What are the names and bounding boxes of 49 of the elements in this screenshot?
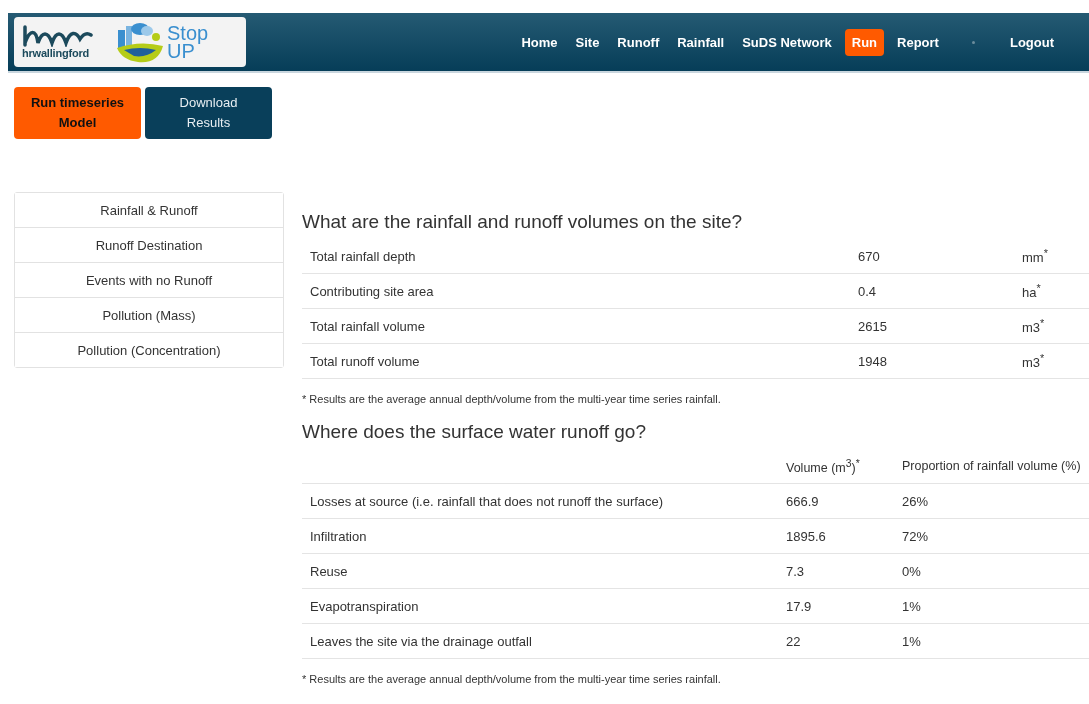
table-cell: Total rainfall depth — [310, 248, 416, 264]
footnote: * Results are the average annual depth/volume from the multi-year time series rainfall. — [302, 393, 722, 405]
table-cell: Contributing site area — [310, 283, 434, 299]
table-cell: 670 — [858, 248, 880, 264]
table-cell: 17.9 — [786, 598, 812, 614]
column-header: Proportion of rainfall volume (%) — [902, 459, 1081, 473]
nav-link[interactable]: Rainfall — [670, 28, 732, 56]
footnote: * Results are the average annual depth/volume from the multi-year time series rainfall. — [302, 673, 722, 685]
column-header: Volume (m$^{3}$)$^{*}$ — [786, 460, 860, 475]
nav-link[interactable]: SuDS Network — [735, 28, 839, 56]
table-cell: Losses at source (i.e. rainfall that does not runoff the surface) — [310, 493, 664, 509]
brand-name: Stop UP — [167, 24, 209, 60]
table-cell: 72% — [902, 528, 929, 544]
section-heading: What are the rainfall and runoff volumes on the site? — [302, 211, 744, 233]
nav-link[interactable]: Site — [568, 28, 607, 56]
table-cell: m3$^{*}$ — [1022, 355, 1045, 371]
table-cell: 1% — [902, 633, 921, 649]
section-heading: Where does the surface water runoff go? — [302, 421, 647, 443]
table-cell: mm$^{*}$ — [1022, 250, 1048, 266]
nav-separator — [971, 40, 975, 44]
table-cell: m3$^{*}$ — [1022, 320, 1045, 336]
table-cell: 0% — [902, 563, 921, 579]
table-cell: 1948 — [858, 353, 887, 369]
city-rain-logo-icon — [116, 20, 164, 64]
wave-logo-icon — [22, 25, 94, 47]
table-cell: Reuse — [310, 563, 348, 579]
table-cell: Infiltration — [310, 528, 367, 544]
logo-text: hrwallingford — [22, 47, 90, 59]
table-cell: 2615 — [858, 318, 887, 334]
table-cell: Total rainfall volume — [310, 318, 425, 334]
table-cell: Evapotranspiration — [310, 598, 419, 614]
table-cell: ha$^{*}$ — [1022, 285, 1041, 301]
table-cell: Leaves the site via the drainage outfall — [310, 633, 532, 649]
sidebar-item[interactable]: Pollution (Concentration) — [15, 332, 283, 367]
table-cell: Total runoff volume — [310, 353, 420, 369]
nav-link[interactable]: Logout — [1002, 28, 1061, 56]
nav-link[interactable]: Report — [890, 28, 946, 56]
table-cell: 22 — [786, 633, 801, 649]
table-cell: 7.3 — [786, 563, 805, 579]
table-cell: 666.9 — [786, 493, 819, 509]
run-button[interactable]: Run timeseries Model — [14, 87, 141, 139]
download-button[interactable]: Download Results — [145, 87, 272, 139]
table-cell: 1% — [902, 598, 921, 614]
nav-link[interactable]: Runoff — [610, 28, 667, 56]
nav-link[interactable]: Home — [514, 28, 565, 56]
table-cell: 0.4 — [858, 283, 877, 299]
table-cell: 1895.6 — [786, 528, 826, 544]
table-cell: 26% — [902, 493, 929, 509]
logo-panel[interactable]: hrwallingford Stop UP — [14, 17, 246, 67]
